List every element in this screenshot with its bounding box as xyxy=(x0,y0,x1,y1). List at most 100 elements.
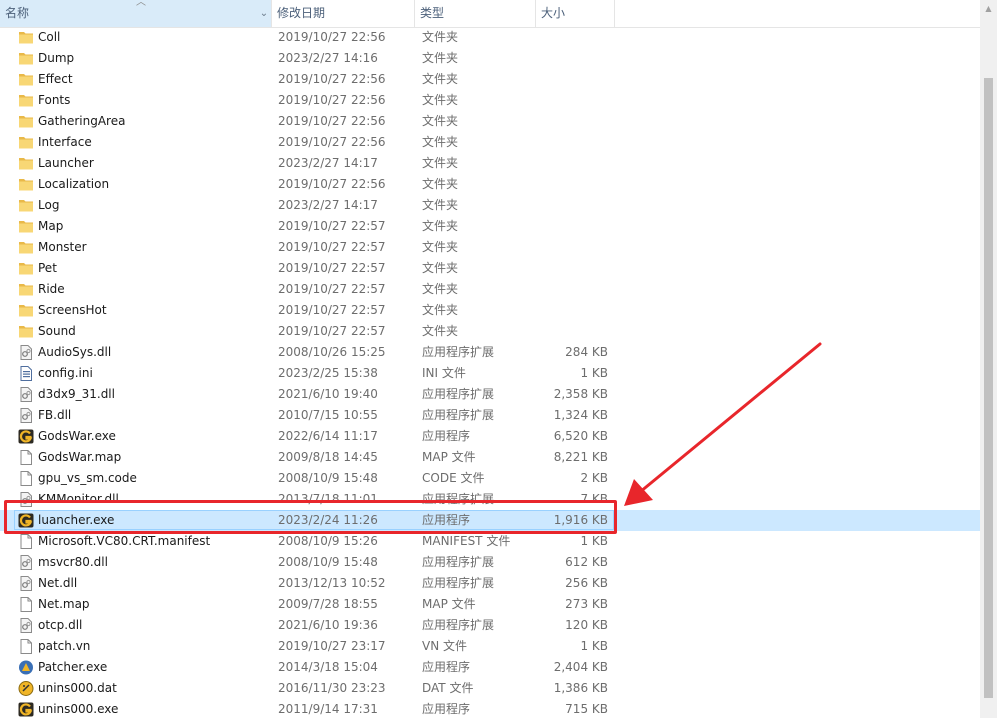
file-date: 2019/10/27 22:56 xyxy=(278,93,386,107)
dll-icon xyxy=(18,576,34,591)
file-date: 2013/7/18 11:01 xyxy=(278,492,378,506)
file-name[interactable]: config.ini xyxy=(38,363,93,384)
file-row[interactable]: config.ini 2023/2/25 15:38 INI 文件 1 KB xyxy=(0,363,980,384)
file-name[interactable]: unins000.dat xyxy=(38,678,117,699)
file-name[interactable]: Interface xyxy=(38,132,92,153)
file-name[interactable]: ScreensHot xyxy=(38,300,107,321)
file-name[interactable]: GatheringArea xyxy=(38,111,125,132)
file-name[interactable]: FB.dll xyxy=(38,405,71,426)
file-name[interactable]: Log xyxy=(38,195,59,216)
file-name[interactable]: Fonts xyxy=(38,90,70,111)
column-header-type[interactable]: 类型 xyxy=(415,0,535,27)
folder-icon xyxy=(18,135,34,150)
file-size: 284 KB xyxy=(565,345,608,359)
file-name[interactable]: Monster xyxy=(38,237,87,258)
file-type: 文件夹 xyxy=(422,177,459,191)
file-row[interactable]: Fonts 2019/10/27 22:56 文件夹 xyxy=(0,90,980,111)
file-date: 2014/3/18 15:04 xyxy=(278,660,378,674)
file-date: 2023/2/27 14:16 xyxy=(278,51,378,65)
file-name[interactable]: Dump xyxy=(38,48,74,69)
file-name[interactable]: Localization xyxy=(38,174,109,195)
file-name[interactable]: otcp.dll xyxy=(38,615,82,636)
file-type: 文件夹 xyxy=(422,72,459,86)
vertical-scrollbar[interactable]: ▲ xyxy=(980,0,997,718)
column-header-date[interactable]: 修改日期 xyxy=(272,0,414,27)
file-row[interactable]: msvcr80.dll 2008/10/9 15:48 应用程序扩展 612 KB xyxy=(0,552,980,573)
column-divider[interactable] xyxy=(614,0,615,27)
scrollbar-thumb[interactable] xyxy=(984,78,993,698)
file-row[interactable]: otcp.dll 2021/6/10 19:36 应用程序扩展 120 KB xyxy=(0,615,980,636)
file-row[interactable]: Microsoft.VC80.CRT.manifest 2008/10/9 15:… xyxy=(0,531,980,552)
file-name[interactable]: AudioSys.dll xyxy=(38,342,111,363)
file-row[interactable]: Ride 2019/10/27 22:57 文件夹 xyxy=(0,279,980,300)
file-name[interactable]: Map xyxy=(38,216,63,237)
file-name[interactable]: gpu_vs_sm.code xyxy=(38,468,137,489)
folder-icon xyxy=(18,72,34,87)
file-row[interactable]: Patcher.exe 2014/3/18 15:04 应用程序 2,404 KB xyxy=(0,657,980,678)
file-row[interactable]: gpu_vs_sm.code 2008/10/9 15:48 CODE 文件 2 KB xyxy=(0,468,980,489)
file-name[interactable]: msvcr80.dll xyxy=(38,552,108,573)
file-name[interactable]: GodsWar.map xyxy=(38,447,121,468)
folder-icon xyxy=(18,177,34,192)
file-name[interactable]: Microsoft.VC80.CRT.manifest xyxy=(38,531,210,552)
file-name[interactable]: Patcher.exe xyxy=(38,657,107,678)
file-date: 2008/10/9 15:26 xyxy=(278,534,378,548)
file-name[interactable]: Sound xyxy=(38,321,76,342)
file-name[interactable]: Launcher xyxy=(38,153,94,174)
file-type: 应用程序扩展 xyxy=(422,345,495,359)
file-name[interactable]: Net.dll xyxy=(38,573,77,594)
file-name[interactable]: Pet xyxy=(38,258,57,279)
file-row[interactable]: GatheringArea 2019/10/27 22:56 文件夹 xyxy=(0,111,980,132)
file-row[interactable]: Effect 2019/10/27 22:56 文件夹 xyxy=(0,69,980,90)
file-name[interactable]: luancher.exe xyxy=(38,510,114,531)
file-row[interactable]: Sound 2019/10/27 22:57 文件夹 xyxy=(0,321,980,342)
file-row[interactable]: Map 2019/10/27 22:57 文件夹 xyxy=(0,216,980,237)
file-type: 文件夹 xyxy=(422,135,459,149)
file-row[interactable]: Dump 2023/2/27 14:16 文件夹 xyxy=(0,48,980,69)
file-name[interactable]: unins000.exe xyxy=(38,699,118,720)
file-icon xyxy=(18,597,34,612)
file-row[interactable]: Interface 2019/10/27 22:56 文件夹 xyxy=(0,132,980,153)
file-name[interactable]: GodsWar.exe xyxy=(38,426,116,447)
file-row[interactable]: FB.dll 2010/7/15 10:55 应用程序扩展 1,324 KB xyxy=(0,405,980,426)
file-name[interactable]: Ride xyxy=(38,279,65,300)
file-name[interactable]: Net.map xyxy=(38,594,90,615)
file-row[interactable]: unins000.dat 2016/11/30 23:23 DAT 文件 1,386 … xyxy=(0,678,980,699)
file-name[interactable]: KMMonitor.dll xyxy=(38,489,119,510)
file-date: 2009/7/28 18:55 xyxy=(278,597,378,611)
file-row[interactable]: luancher.exe 2023/2/24 11:26 应用程序 1,916 KB xyxy=(0,510,980,531)
file-size: 1,386 KB xyxy=(553,681,608,695)
file-date: 2023/2/25 15:38 xyxy=(278,366,378,380)
file-row[interactable]: Net.map 2009/7/28 18:55 MAP 文件 273 KB xyxy=(0,594,980,615)
file-row[interactable]: AudioSys.dll 2008/10/26 15:25 应用程序扩展 284 KB xyxy=(0,342,980,363)
scroll-up-icon[interactable]: ▲ xyxy=(980,0,997,17)
file-row[interactable]: Localization 2019/10/27 22:56 文件夹 xyxy=(0,174,980,195)
column-header-size[interactable]: 大小 xyxy=(536,0,614,27)
file-row[interactable]: patch.vn 2019/10/27 23:17 VN 文件 1 KB xyxy=(0,636,980,657)
file-row[interactable]: d3dx9_31.dll 2021/6/10 19:40 应用程序扩展 2,358 K… xyxy=(0,384,980,405)
file-row[interactable]: Log 2023/2/27 14:17 文件夹 xyxy=(0,195,980,216)
file-type: 应用程序扩展 xyxy=(422,408,495,422)
file-name[interactable]: Effect xyxy=(38,69,73,90)
file-row[interactable]: GodsWar.map 2009/8/18 14:45 MAP 文件 8,221 KB xyxy=(0,447,980,468)
file-row[interactable]: ScreensHot 2019/10/27 22:57 文件夹 xyxy=(0,300,980,321)
file-name[interactable]: patch.vn xyxy=(38,636,90,657)
file-row[interactable]: Launcher 2023/2/27 14:17 文件夹 xyxy=(0,153,980,174)
app-exe-icon xyxy=(18,513,34,528)
file-name[interactable]: Coll xyxy=(38,27,60,48)
file-date: 2019/10/27 22:56 xyxy=(278,114,386,128)
file-row[interactable]: unins000.exe 2011/9/14 17:31 应用程序 715 KB xyxy=(0,699,980,720)
file-row[interactable]: KMMonitor.dll 2013/7/18 11:01 应用程序扩展 7 KB xyxy=(0,489,980,510)
file-row[interactable]: Net.dll 2013/12/13 10:52 应用程序扩展 256 KB xyxy=(0,573,980,594)
file-size: 612 KB xyxy=(565,555,608,569)
file-row[interactable]: GodsWar.exe 2022/6/14 11:17 应用程序 6,520 KB xyxy=(0,426,980,447)
file-date: 2023/2/24 11:26 xyxy=(278,513,378,527)
chevron-down-icon[interactable]: ⌄ xyxy=(257,0,271,27)
file-name[interactable]: d3dx9_31.dll xyxy=(38,384,115,405)
column-header: 名称 ︿ ⌄ 修改日期 类型 大小 xyxy=(0,0,980,28)
file-row[interactable]: Pet 2019/10/27 22:57 文件夹 xyxy=(0,258,980,279)
file-row[interactable]: Coll 2019/10/27 22:56 文件夹 xyxy=(0,27,980,48)
file-date: 2021/6/10 19:36 xyxy=(278,618,378,632)
dll-icon xyxy=(18,618,34,633)
file-row[interactable]: Monster 2019/10/27 22:57 文件夹 xyxy=(0,237,980,258)
